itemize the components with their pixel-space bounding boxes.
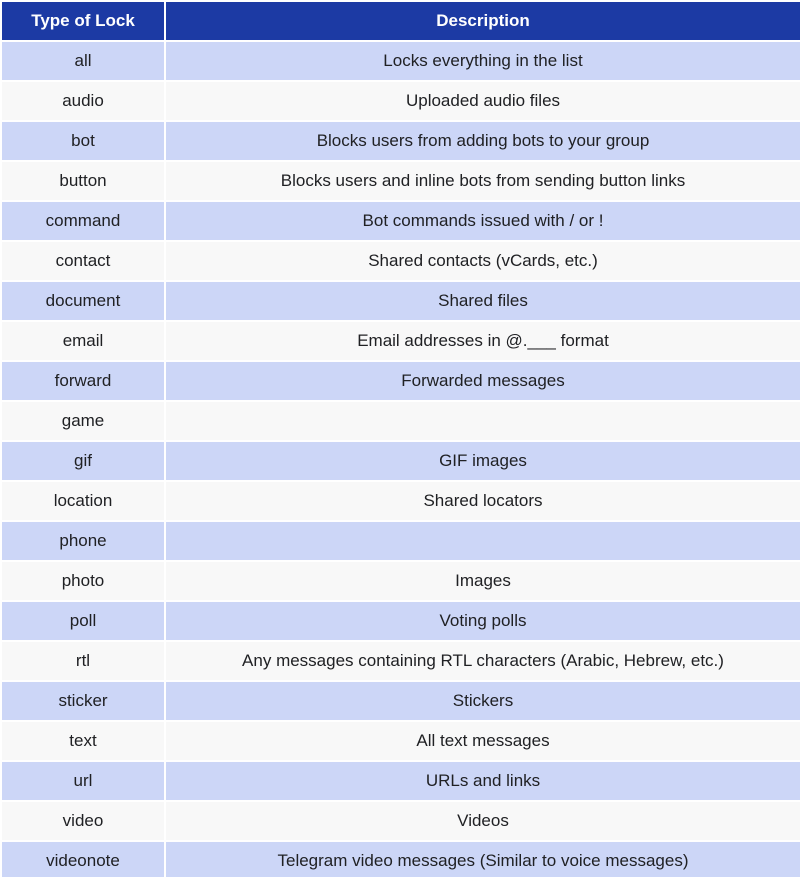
- table-row: rtl Any messages containing RTL character…: [2, 642, 800, 680]
- table-row: command Bot commands issued with / or !: [2, 202, 800, 240]
- table-row: video Videos: [2, 802, 800, 840]
- table-row: url URLs and links: [2, 762, 800, 800]
- cell-description: Shared contacts (vCards, etc.): [166, 242, 800, 280]
- cell-description: Images: [166, 562, 800, 600]
- cell-type-of-lock: photo: [2, 562, 164, 600]
- cell-type-of-lock: button: [2, 162, 164, 200]
- cell-type-of-lock: email: [2, 322, 164, 360]
- table-body: all Locks everything in the list audio Uplo…: [2, 42, 800, 877]
- lock-types-table-container: Type of Lock Description all Locks everyt…: [0, 0, 800, 877]
- table-row: forward Forwarded messages: [2, 362, 800, 400]
- table-row: photo Images: [2, 562, 800, 600]
- cell-description: GIF images: [166, 442, 800, 480]
- cell-type-of-lock: document: [2, 282, 164, 320]
- table-row: poll Voting polls: [2, 602, 800, 640]
- table-row: button Blocks users and inline bots from …: [2, 162, 800, 200]
- cell-type-of-lock: text: [2, 722, 164, 760]
- cell-type-of-lock: sticker: [2, 682, 164, 720]
- cell-description: All text messages: [166, 722, 800, 760]
- table-row: phone: [2, 522, 800, 560]
- table-row: audio Uploaded audio files: [2, 82, 800, 120]
- cell-description: Voting polls: [166, 602, 800, 640]
- cell-description: Any messages containing RTL characters (…: [166, 642, 800, 680]
- cell-description: Shared files: [166, 282, 800, 320]
- cell-type-of-lock: bot: [2, 122, 164, 160]
- table-header-row: Type of Lock Description: [2, 2, 800, 40]
- table-row: document Shared files: [2, 282, 800, 320]
- cell-description: Blocks users and inline bots from sendin…: [166, 162, 800, 200]
- cell-type-of-lock: gif: [2, 442, 164, 480]
- cell-description: Locks everything in the list: [166, 42, 800, 80]
- table-row: email Email addresses in @.___ format: [2, 322, 800, 360]
- cell-description: [166, 402, 800, 440]
- cell-type-of-lock: rtl: [2, 642, 164, 680]
- table-row: all Locks everything in the list: [2, 42, 800, 80]
- cell-description: Shared locators: [166, 482, 800, 520]
- cell-description: Uploaded audio files: [166, 82, 800, 120]
- cell-type-of-lock: videonote: [2, 842, 164, 877]
- cell-type-of-lock: command: [2, 202, 164, 240]
- cell-type-of-lock: url: [2, 762, 164, 800]
- column-header-type-of-lock: Type of Lock: [2, 2, 164, 40]
- table-row: sticker Stickers: [2, 682, 800, 720]
- table-row: bot Blocks users from adding bots to your…: [2, 122, 800, 160]
- cell-description: Email addresses in @.___ format: [166, 322, 800, 360]
- table-row: contact Shared contacts (vCards, etc.): [2, 242, 800, 280]
- cell-type-of-lock: poll: [2, 602, 164, 640]
- cell-type-of-lock: phone: [2, 522, 164, 560]
- cell-type-of-lock: video: [2, 802, 164, 840]
- cell-description: Forwarded messages: [166, 362, 800, 400]
- cell-description: Bot commands issued with / or !: [166, 202, 800, 240]
- cell-type-of-lock: all: [2, 42, 164, 80]
- cell-description: [166, 522, 800, 560]
- cell-type-of-lock: contact: [2, 242, 164, 280]
- table-row: location Shared locators: [2, 482, 800, 520]
- cell-type-of-lock: audio: [2, 82, 164, 120]
- table-row: videonote Telegram video messages (Simila…: [2, 842, 800, 877]
- cell-description: Blocks users from adding bots to your gr…: [166, 122, 800, 160]
- table-row: text All text messages: [2, 722, 800, 760]
- table-row: gif GIF images: [2, 442, 800, 480]
- lock-types-table: Type of Lock Description all Locks everyt…: [0, 0, 800, 877]
- cell-description: URLs and links: [166, 762, 800, 800]
- cell-type-of-lock: forward: [2, 362, 164, 400]
- cell-description: Telegram video messages (Similar to voic…: [166, 842, 800, 877]
- table-header: Type of Lock Description: [2, 2, 800, 40]
- table-row: game: [2, 402, 800, 440]
- cell-type-of-lock: game: [2, 402, 164, 440]
- cell-type-of-lock: location: [2, 482, 164, 520]
- column-header-description: Description: [166, 2, 800, 40]
- cell-description: Stickers: [166, 682, 800, 720]
- cell-description: Videos: [166, 802, 800, 840]
